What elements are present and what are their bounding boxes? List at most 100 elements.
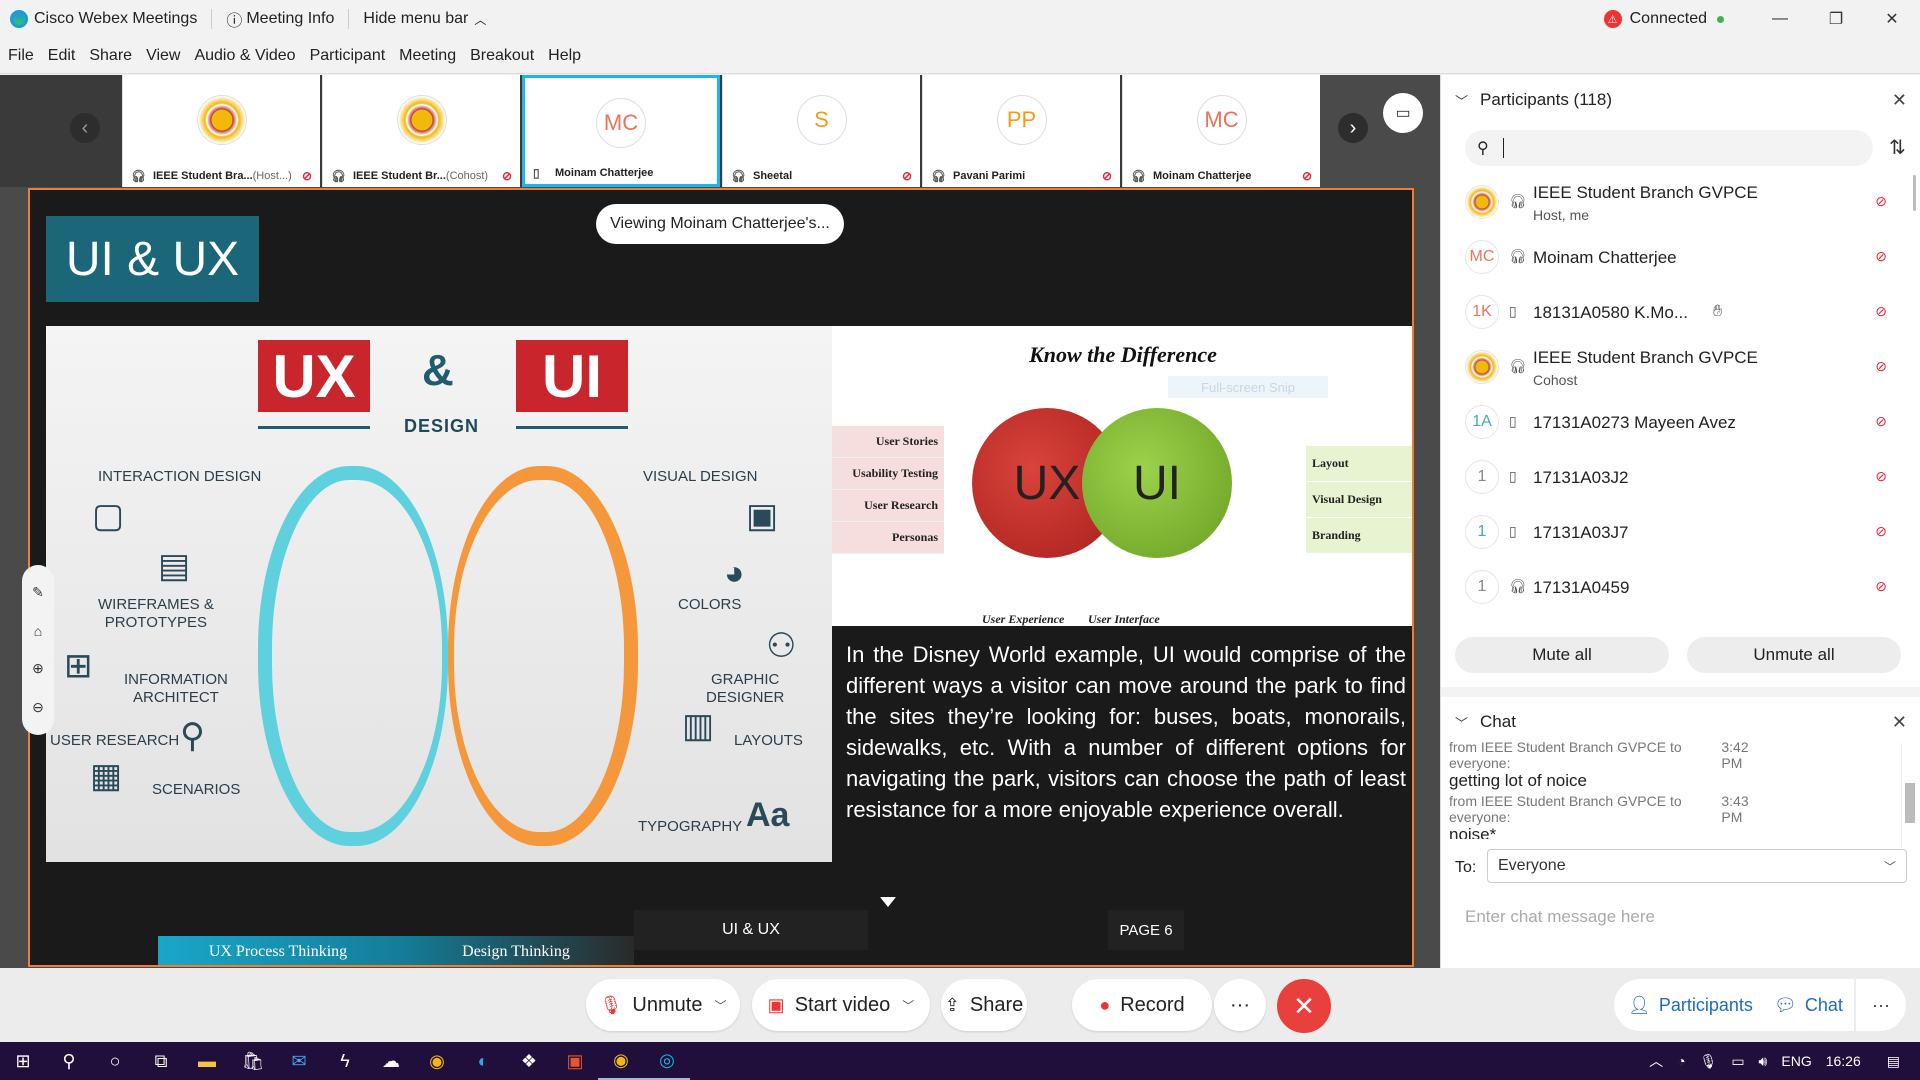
video-tile[interactable]: S 🎧︎ Sheetal ⊘ bbox=[722, 75, 920, 187]
stamp-icon[interactable]: ⌂ bbox=[34, 623, 42, 639]
office-icon[interactable]: ▣ bbox=[552, 1042, 598, 1080]
end-meeting-button[interactable]: ✕ bbox=[1277, 979, 1331, 1033]
participant-row[interactable]: 1 ▯ 17131A03J2 ⊘ bbox=[1441, 450, 1920, 505]
store-icon[interactable]: 🛍︎ bbox=[230, 1042, 276, 1080]
to-label: To: bbox=[1455, 859, 1477, 876]
zoom-in-icon[interactable]: ⊕ bbox=[32, 660, 44, 677]
chrome-icon[interactable]: ◉ bbox=[414, 1042, 460, 1080]
windows-start-icon[interactable]: ⊞ bbox=[0, 1042, 46, 1080]
connection-status[interactable]: Connected bbox=[1630, 10, 1707, 28]
mail-icon[interactable]: ✉ bbox=[276, 1042, 322, 1080]
power-automate-icon[interactable]: ϟ bbox=[322, 1042, 368, 1080]
participants-panel-button[interactable]: 👤︎ Participants bbox=[1614, 979, 1762, 1031]
video-tile[interactable]: PP 🎧︎ Pavani Parimi ⊘ bbox=[922, 75, 1120, 187]
scroll-thumb[interactable] bbox=[1905, 783, 1915, 823]
muted-mic-icon[interactable]: ⊘ bbox=[1875, 193, 1887, 210]
muted-mic-icon[interactable]: ⊘ bbox=[1875, 468, 1887, 485]
filmstrip-prev-button[interactable]: ‹ bbox=[70, 113, 100, 143]
participant-name: Moinam Chatterjee bbox=[1533, 248, 1677, 267]
participant-row[interactable]: MC 🎧︎ Moinam Chatterjee ⊘ bbox=[1441, 230, 1920, 285]
clock[interactable]: 16:26 bbox=[1826, 1053, 1861, 1069]
meeting-stage: ‹ 🎧︎ IEEE Student Bra... (Host...) ⊘ 🎧︎ IEEE… bbox=[0, 75, 1440, 968]
start-video-button[interactable]: ▣ Start video ﹀ bbox=[752, 979, 930, 1031]
participant-row[interactable]: 1K ▯ 18131A0580 K.Mo... ✋︎ ⊘ bbox=[1441, 285, 1920, 340]
chevron-up-icon[interactable]: ︿ bbox=[1649, 1051, 1663, 1071]
participant-search-input[interactable]: ⚲ bbox=[1465, 130, 1873, 166]
video-tile[interactable]: 🎧︎ IEEE Student Br... (Cohost) ⊘ bbox=[322, 75, 520, 187]
layout-icon[interactable]: ▭ bbox=[1383, 93, 1423, 133]
close-icon[interactable]: ✕ bbox=[1892, 712, 1907, 733]
close-icon[interactable]: ✕ bbox=[1892, 90, 1907, 111]
menu-breakout[interactable]: Breakout bbox=[470, 47, 534, 65]
chevron-down-icon[interactable]: ﹀ bbox=[714, 997, 726, 1014]
muted-mic-icon[interactable]: ⊘ bbox=[1875, 413, 1887, 430]
language-indicator[interactable]: ENG bbox=[1781, 1053, 1811, 1069]
close-window-icon[interactable]: ✕ bbox=[1864, 9, 1920, 29]
chrome-active-icon[interactable]: ◉ bbox=[598, 1042, 644, 1080]
video-tile[interactable]: MC 🎧︎ Moinam Chatterjee ⊘ bbox=[1122, 75, 1320, 187]
menu-meeting[interactable]: Meeting bbox=[399, 47, 456, 65]
menu-share[interactable]: Share bbox=[89, 47, 132, 65]
menu-participant[interactable]: Participant bbox=[310, 47, 386, 65]
recipient-select[interactable]: Everyone ﹀ bbox=[1487, 849, 1907, 883]
restore-icon[interactable]: ❐ bbox=[1808, 9, 1864, 29]
pen-icon[interactable]: ✎ bbox=[32, 584, 44, 601]
edge-icon[interactable]: ◐ bbox=[460, 1042, 506, 1080]
muted-mic-icon[interactable]: ⊘ bbox=[1875, 248, 1887, 265]
record-button[interactable]: ● Record bbox=[1072, 979, 1212, 1031]
mute-all-button[interactable]: Mute all bbox=[1455, 637, 1669, 673]
chevron-down-icon: ﹀ bbox=[1883, 859, 1896, 874]
participant-row[interactable]: 1 🎧︎ 17131A0459 ⊘ bbox=[1441, 560, 1920, 615]
meeting-info-button[interactable]: ⓘ Meeting Info bbox=[226, 7, 334, 31]
chevron-down-icon[interactable]: ﹀ bbox=[1455, 713, 1468, 732]
participant-row[interactable]: 1A ▯ 17131A0273 Mayeen Avez ⊘ bbox=[1441, 395, 1920, 450]
chat-panel-button[interactable]: 💬︎ Chat bbox=[1762, 979, 1854, 1031]
muted-mic-icon[interactable]: ⊘ bbox=[1875, 358, 1887, 375]
unmute-all-button[interactable]: Unmute all bbox=[1687, 637, 1901, 673]
participant-row[interactable]: 1 ▯ 17131A03J7 ⊘ bbox=[1441, 505, 1920, 560]
chevron-down-icon[interactable]: ﹀ bbox=[1455, 91, 1468, 110]
notification-icon[interactable]: ▤ bbox=[1887, 1053, 1900, 1070]
menu-view[interactable]: View bbox=[146, 47, 180, 65]
cortana-icon[interactable]: ○ bbox=[92, 1042, 138, 1080]
filmstrip-next-button[interactable]: › bbox=[1338, 113, 1368, 143]
participant-scrollbar[interactable] bbox=[1913, 175, 1916, 211]
menu-file[interactable]: File bbox=[8, 47, 34, 65]
headset-icon: 🎧︎ bbox=[331, 169, 347, 183]
viewing-badge: Viewing Moinam Chatterjee's... bbox=[596, 204, 844, 244]
dropbox-icon[interactable]: ❖ bbox=[506, 1042, 552, 1080]
muted-mic-icon[interactable]: ⊘ bbox=[1875, 303, 1887, 320]
app-icon[interactable]: ☁ bbox=[368, 1042, 414, 1080]
touch-device-icon: ▢ bbox=[92, 497, 125, 535]
text-caret bbox=[1502, 138, 1504, 158]
battery-icon[interactable]: ▭ bbox=[1731, 1053, 1744, 1070]
muted-mic-icon[interactable]: ⊘ bbox=[1875, 523, 1887, 540]
video-tile[interactable]: 🎧︎ IEEE Student Bra... (Host...) ⊘ bbox=[122, 75, 320, 187]
hide-menu-bar-button[interactable]: Hide menu bar ︿ bbox=[363, 10, 486, 28]
chat-scrollbar[interactable] bbox=[1901, 743, 1917, 849]
participant-row[interactable]: 🎧︎ IEEE Student Branch GVPCE Host, me ⊘ bbox=[1441, 175, 1920, 230]
webex-taskbar-icon[interactable]: ◎ bbox=[644, 1042, 690, 1080]
wifi-icon[interactable]: ◔ bbox=[1677, 1053, 1685, 1069]
file-explorer-icon[interactable]: ▬ bbox=[184, 1042, 230, 1080]
chat-input[interactable]: Enter chat message here bbox=[1465, 897, 1905, 937]
muted-mic-icon[interactable]: ⊘ bbox=[1875, 578, 1887, 595]
video-tile-active[interactable]: MC ▯ Moinam Chatterjee bbox=[522, 75, 720, 187]
more-options-button[interactable]: ··· bbox=[1214, 979, 1266, 1031]
search-icon[interactable]: ⚲ bbox=[46, 1042, 92, 1080]
menu-edit[interactable]: Edit bbox=[48, 47, 76, 65]
unmute-button[interactable]: 🎙︎ Unmute ﹀ bbox=[586, 979, 740, 1031]
participant-row[interactable]: 🎧︎ IEEE Student Branch GVPCE Cohost ⊘ bbox=[1441, 340, 1920, 395]
minimize-icon[interactable]: — bbox=[1752, 10, 1808, 28]
share-button[interactable]: ⇪ Share bbox=[941, 979, 1027, 1031]
chevron-down-icon[interactable]: ﹀ bbox=[902, 997, 914, 1014]
panel-more-button[interactable]: ··· bbox=[1856, 979, 1906, 1031]
menu-audio-video[interactable]: Audio & Video bbox=[194, 47, 295, 65]
volume-icon[interactable]: 🔊︎ bbox=[1759, 1053, 1768, 1070]
zoom-out-icon[interactable]: ⊖ bbox=[32, 699, 44, 716]
sort-icon[interactable]: ⇅ bbox=[1889, 135, 1906, 160]
task-view-icon[interactable]: ⧉ bbox=[138, 1042, 184, 1080]
menu-help[interactable]: Help bbox=[548, 47, 581, 65]
menu-bar: File Edit Share View Audio & Video Parti… bbox=[0, 38, 1920, 74]
mic-tray-icon[interactable]: 🎙︎ bbox=[1700, 1053, 1718, 1070]
